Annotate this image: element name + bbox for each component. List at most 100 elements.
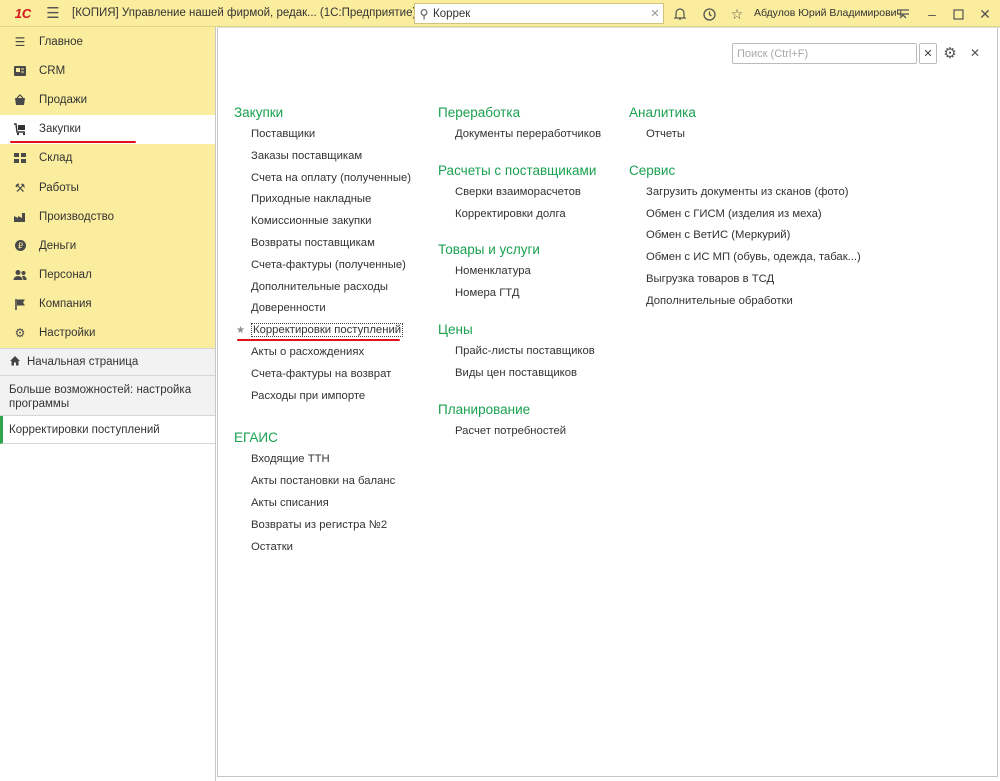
- command-link[interactable]: Акты списания: [234, 493, 411, 515]
- highlight-underline: [10, 140, 136, 143]
- command-link[interactable]: Доверенности: [234, 298, 411, 320]
- command-link[interactable]: Обмен с ВетИС (Меркурий): [629, 225, 861, 247]
- section-works[interactable]: ⚒ Работы: [0, 173, 215, 202]
- section-sales[interactable]: Продажи: [0, 85, 215, 114]
- purchases-cart-icon: [12, 121, 28, 137]
- commands-column-2: Переработка Документы переработчиков Рас…: [438, 102, 601, 442]
- command-link[interactable]: Поставщики: [234, 124, 411, 146]
- command-link[interactable]: Счета на оплату (полученные): [234, 168, 411, 190]
- section-label: Склад: [39, 152, 73, 165]
- section-money[interactable]: ₽ Деньги: [0, 231, 215, 260]
- command-link[interactable]: Дополнительные расходы: [234, 277, 411, 299]
- command-link[interactable]: Загрузить документы из сканов (фото): [629, 182, 861, 204]
- command-search[interactable]: [732, 43, 917, 64]
- group-title-service: Сервис: [629, 162, 676, 178]
- section-label: Главное: [39, 35, 83, 48]
- sections-list: ☰ Главное CRM Продажи Закупки Склад ⚒ Ра…: [0, 27, 215, 349]
- navigation-block: Начальная страница Больше возможностей: …: [0, 348, 215, 417]
- tools-icon: ⚒: [14, 180, 26, 195]
- command-link-corrections[interactable]: ★ Корректировки поступлений: [234, 320, 411, 342]
- command-link[interactable]: Дополнительные обработки: [629, 291, 861, 313]
- close-window-icon[interactable]: ✕: [975, 4, 995, 24]
- command-link[interactable]: Обмен с ГИСМ (изделия из меха): [629, 204, 861, 226]
- open-window-corrections[interactable]: Корректировки поступлений: [0, 416, 215, 445]
- minimize-icon[interactable]: –: [922, 4, 942, 24]
- section-company[interactable]: Компания: [0, 290, 215, 319]
- clear-command-search-icon[interactable]: ✕: [919, 43, 937, 64]
- command-link[interactable]: Номенклатура: [438, 261, 601, 283]
- section-label: Производство: [39, 210, 114, 223]
- group-title-purchases: Закупки: [234, 105, 284, 120]
- settings-gear-icon: ⚙: [14, 326, 26, 341]
- gear-icon[interactable]: ⚙: [941, 44, 959, 62]
- section-production[interactable]: Производство: [0, 202, 215, 231]
- section-warehouse[interactable]: Склад: [0, 144, 215, 173]
- settings-menu-icon[interactable]: [893, 4, 913, 24]
- command-link[interactable]: Счета-фактуры (полученные): [234, 255, 411, 277]
- home-page-label: Начальная страница: [27, 356, 139, 369]
- group-title-supplier-settlements: Расчеты с поставщиками: [438, 162, 597, 178]
- command-link[interactable]: Акты о расхождениях: [234, 342, 411, 364]
- window-title: [КОПИЯ] Управление нашей фирмой, редак..…: [72, 7, 417, 19]
- title-bar: 1С ☰ [КОПИЯ] Управление нашей фирмой, ре…: [0, 0, 1000, 27]
- favorites-star-icon[interactable]: ☆: [727, 4, 747, 24]
- group-title-processing: Переработка: [438, 105, 521, 120]
- close-icon[interactable]: ✕: [967, 44, 983, 62]
- command-link[interactable]: Прайс-листы поставщиков: [438, 341, 601, 363]
- sections-panel: ☰ Главное CRM Продажи Закупки Склад ⚒ Ра…: [0, 27, 216, 781]
- section-purchases[interactable]: Закупки: [0, 114, 215, 144]
- command-link[interactable]: Расходы при импорте: [234, 386, 411, 408]
- section-staff[interactable]: Персонал: [0, 261, 215, 290]
- staff-people-icon: [12, 267, 28, 283]
- command-link[interactable]: Виды цен поставщиков: [438, 363, 601, 385]
- search-icon: ⚲: [419, 6, 429, 21]
- group-title-goods-services: Товары и услуги: [438, 242, 540, 258]
- menu-lines-icon: ☰: [14, 34, 26, 49]
- command-link[interactable]: Заказы поставщикам: [234, 146, 411, 168]
- command-search-input[interactable]: [733, 47, 916, 60]
- command-link[interactable]: Документы переработчиков: [438, 124, 601, 146]
- maximize-icon[interactable]: [948, 4, 968, 24]
- command-link[interactable]: Комиссионные закупки: [234, 211, 411, 233]
- section-main[interactable]: ☰ Главное: [0, 27, 215, 56]
- command-link[interactable]: Обмен с ИС МП (обувь, одежда, табак...): [629, 247, 861, 269]
- history-clock-icon[interactable]: [699, 4, 719, 24]
- main-menu-icon[interactable]: ☰: [42, 0, 64, 27]
- home-icon: [9, 355, 21, 369]
- section-label: Закупки: [39, 123, 81, 136]
- group-title-planning: Планирование: [438, 401, 531, 417]
- commands-column-3: Аналитика Отчеты Сервис Загрузить докуме…: [629, 102, 861, 313]
- command-link[interactable]: Входящие ТТН: [234, 449, 411, 471]
- more-features-link[interactable]: Больше возможностей: настройка программы: [0, 376, 215, 417]
- command-link[interactable]: Сверки взаиморасчетов: [438, 182, 601, 204]
- current-user[interactable]: Абдулов Юрий Владимирович: [754, 7, 902, 19]
- command-link[interactable]: Возвраты поставщикам: [234, 233, 411, 255]
- command-link[interactable]: Выгрузка товаров в ТСД: [629, 269, 861, 291]
- crm-card-icon: [12, 63, 28, 79]
- command-link[interactable]: Корректировки долга: [438, 204, 601, 226]
- highlight-underline: [237, 339, 400, 342]
- command-link[interactable]: Расчет потребностей: [438, 421, 601, 443]
- command-link[interactable]: Остатки: [234, 537, 411, 559]
- section-label: Продажи: [39, 93, 88, 106]
- command-link[interactable]: Возвраты из регистра №2: [234, 515, 411, 537]
- command-link[interactable]: Приходные накладные: [234, 189, 411, 211]
- clear-search-icon[interactable]: ✕: [647, 7, 663, 20]
- command-link[interactable]: Акты постановки на баланс: [234, 471, 411, 493]
- section-crm[interactable]: CRM: [0, 56, 215, 85]
- commands-column-1: Закупки Поставщики Заказы поставщикам Сч…: [234, 102, 411, 558]
- global-search[interactable]: ⚲ ✕: [414, 3, 664, 24]
- section-settings[interactable]: ⚙ Настройки: [0, 319, 215, 348]
- home-page-link[interactable]: Начальная страница: [0, 348, 215, 377]
- section-content: ✕ ⚙ ✕ Закупки Поставщики Заказы поставщи…: [217, 27, 1000, 781]
- app-logo: 1С: [14, 5, 32, 21]
- command-link[interactable]: Счета-фактуры на возврат: [234, 364, 411, 386]
- global-search-input[interactable]: [433, 7, 647, 20]
- command-link[interactable]: Отчеты: [629, 124, 861, 146]
- notifications-bell-icon[interactable]: [670, 4, 690, 24]
- command-link[interactable]: Номера ГТД: [438, 283, 601, 305]
